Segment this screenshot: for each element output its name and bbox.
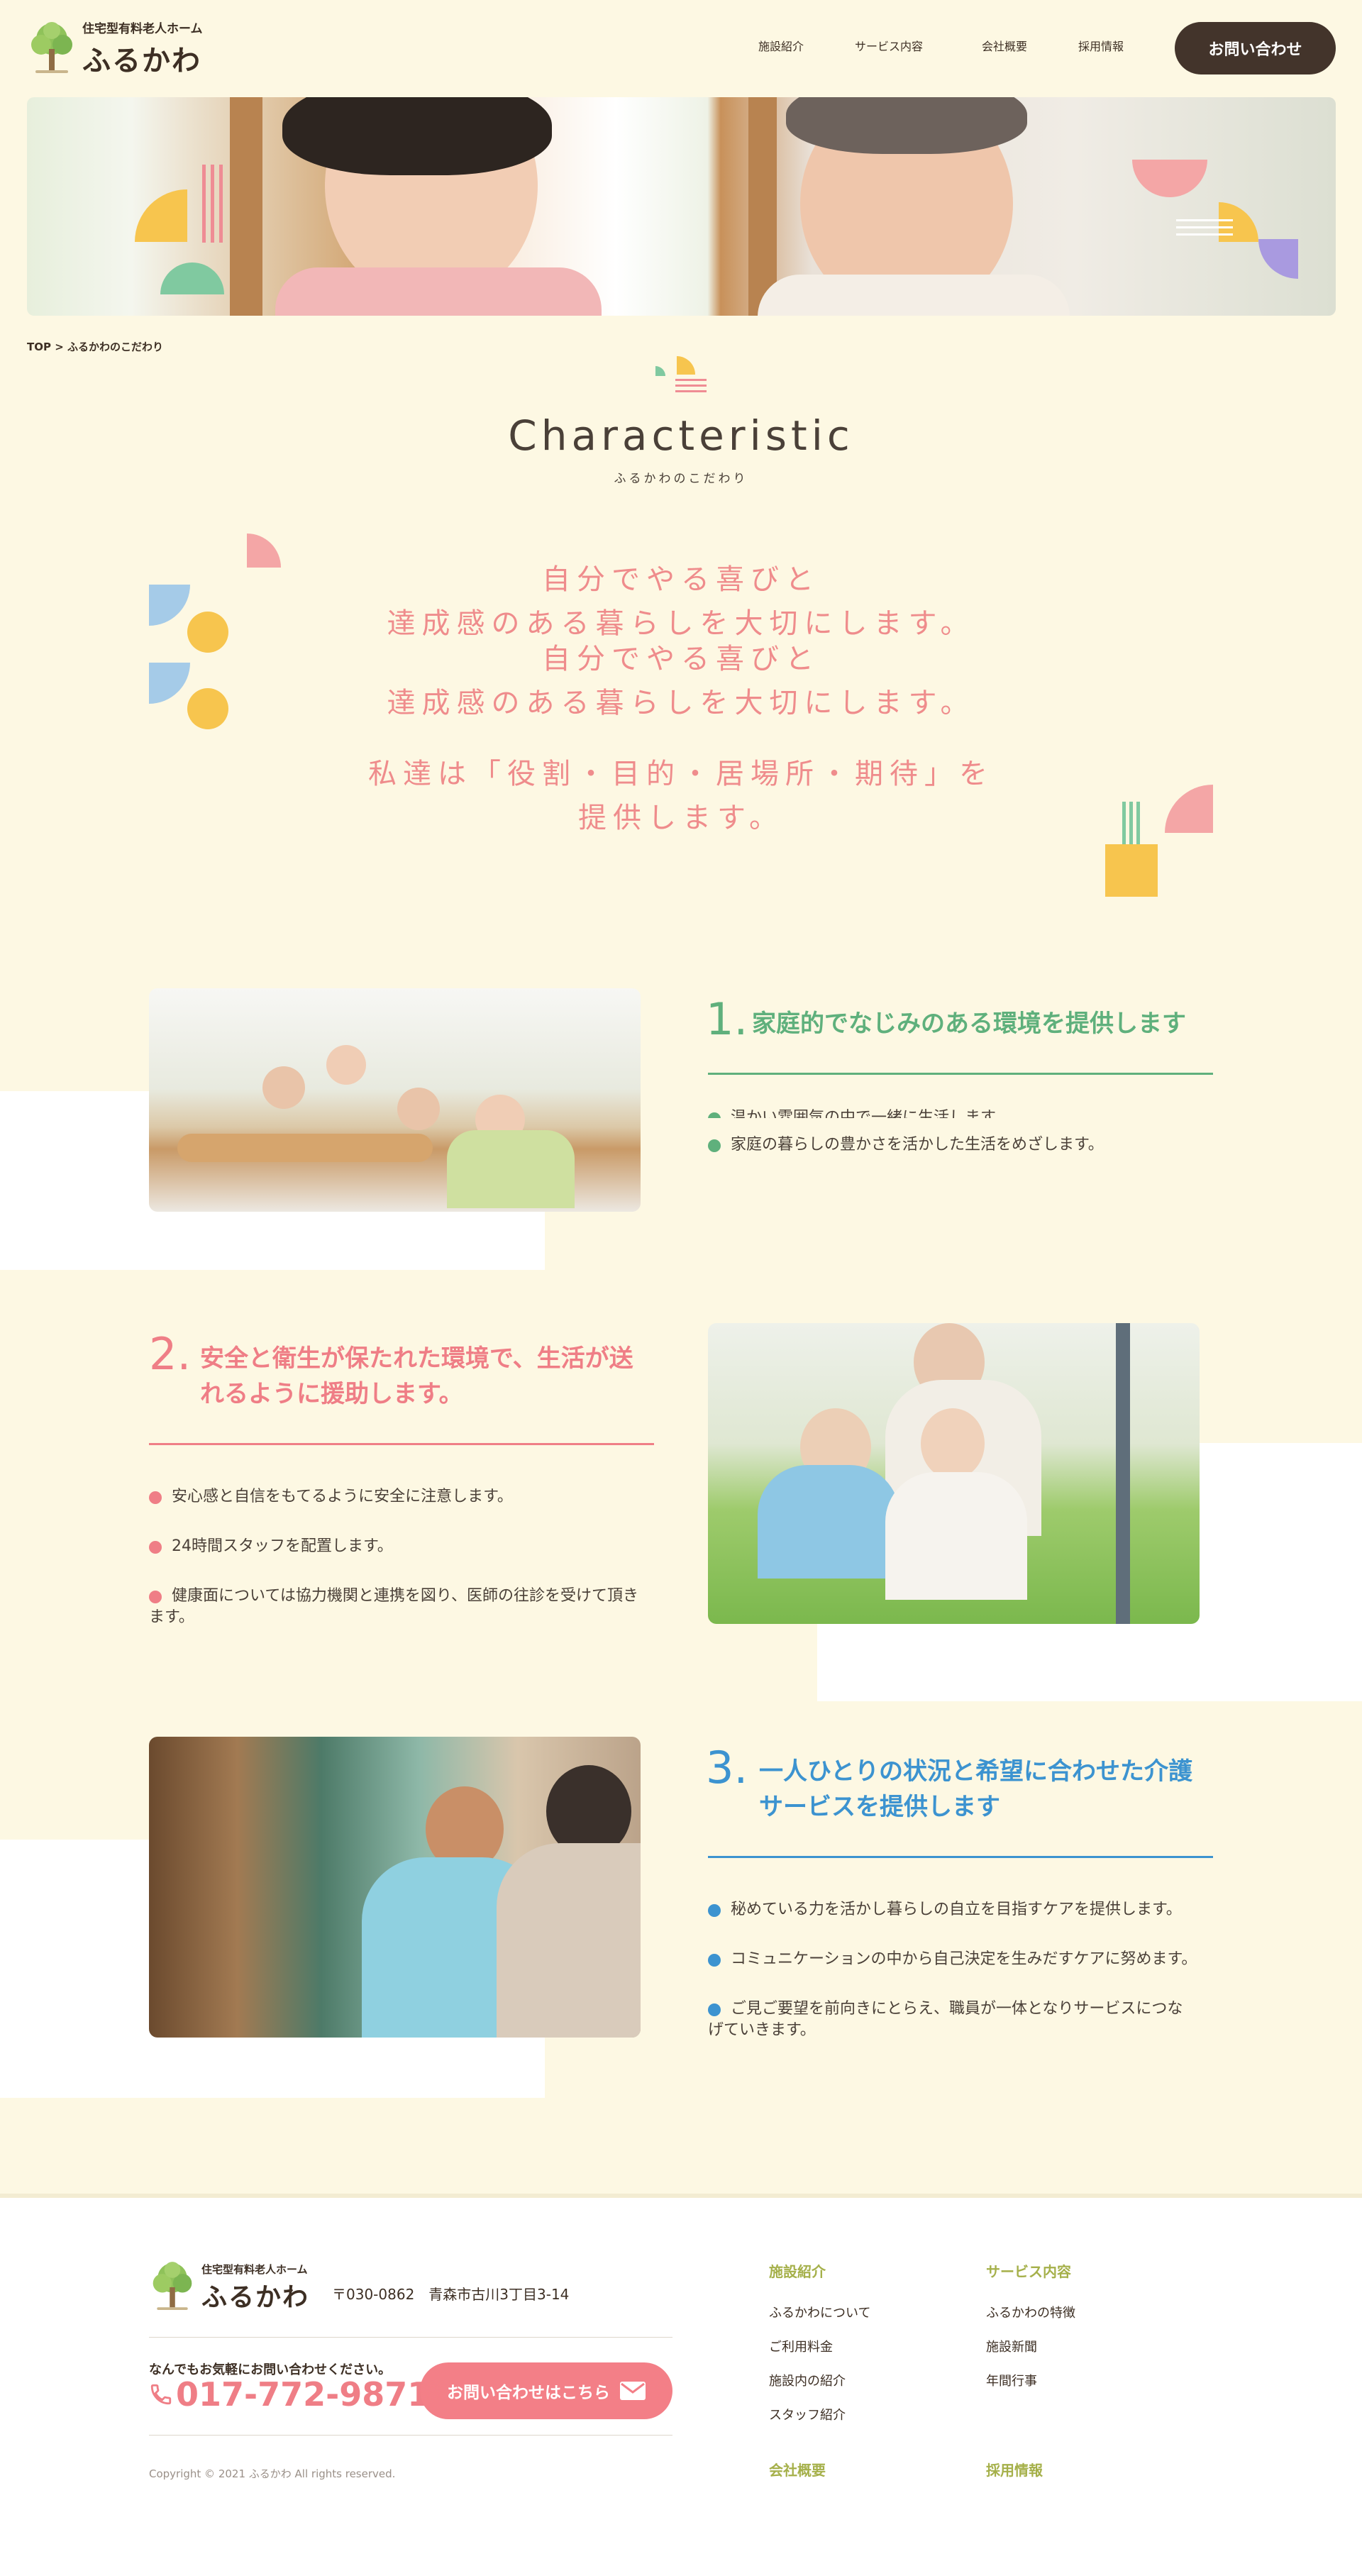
hero-image bbox=[27, 97, 1336, 316]
lead-line-3: 私達は「役割・目的・居場所・期待」を bbox=[368, 758, 994, 790]
footer-phone-number: 017-772-9871 bbox=[176, 2375, 431, 2414]
nurse-hair bbox=[282, 97, 552, 175]
table bbox=[177, 1134, 433, 1162]
nurse-uniform bbox=[275, 267, 602, 316]
feature-2-title-line-2: れるように援助します。 bbox=[200, 1380, 463, 1408]
window-frame bbox=[1116, 1323, 1130, 1624]
title-deco-icon bbox=[655, 356, 707, 392]
elder-clothes bbox=[758, 275, 1070, 316]
window-frame bbox=[230, 97, 262, 316]
footer-link[interactable]: 施設内の紹介 bbox=[769, 2371, 846, 2389]
feature-3-bullet: 秘めている力を活かし暮らしの自立を目指すケアを提供します。 bbox=[708, 1898, 1182, 1921]
footer-heading-facility[interactable]: 施設紹介 bbox=[769, 2260, 826, 2281]
deco-lines bbox=[1122, 802, 1126, 846]
logo-name: ふるかわ bbox=[82, 45, 201, 77]
feature-3-title-line-2: サービスを提供します bbox=[759, 1793, 1000, 1821]
site-logo[interactable]: 住宅型有料老人ホーム ふるかわ bbox=[27, 18, 203, 79]
lead-line-2-repeat: 達成感のある暮らしを大切にします。 bbox=[387, 687, 975, 719]
header-contact-button[interactable]: お問い合わせ bbox=[1175, 22, 1336, 74]
footer-divider bbox=[149, 2435, 672, 2436]
nav-company[interactable]: 会社概要 bbox=[982, 37, 1027, 54]
person-body bbox=[758, 1465, 899, 1579]
tree-logo-icon bbox=[153, 2262, 192, 2311]
feature-1-bullet: 温かい雰囲気の中で一緒に生活します。 bbox=[708, 1107, 1010, 1118]
feature-1-photo bbox=[149, 988, 641, 1212]
feature-3-bullet: ご見ご要望を前向きにとらえ、職員が一体となりサービスにつな bbox=[708, 1998, 1183, 2021]
feature-2-bullet: 24時間スタッフを配置します。 bbox=[149, 1535, 393, 1558]
person-body bbox=[885, 1472, 1027, 1600]
feature-1-number: 1. bbox=[706, 993, 748, 1045]
footer-phone[interactable]: 017-772-9871 bbox=[149, 2375, 430, 2414]
phone-icon bbox=[150, 2384, 172, 2405]
footer-link[interactable]: 施設新聞 bbox=[986, 2337, 1037, 2355]
feature-3-photo bbox=[149, 1737, 641, 2038]
person-body bbox=[447, 1130, 575, 1208]
footer-link[interactable]: 年間行事 bbox=[986, 2371, 1037, 2389]
feature-3-bullet-cont: げていきます。 bbox=[708, 2021, 816, 2039]
site-footer: 住宅型有料老人ホーム ふるかわ 〒030-0862 青森市古川3丁目3-14 な… bbox=[0, 2194, 1362, 2576]
page-title: Characteristic bbox=[508, 411, 854, 460]
deco-lines bbox=[1176, 219, 1233, 221]
footer-logo-subtitle: 住宅型有料老人ホーム bbox=[201, 2262, 308, 2276]
footer-contact-button[interactable]: お問い合わせはこちら bbox=[420, 2362, 672, 2419]
person-body bbox=[497, 1843, 641, 2038]
elder-hair bbox=[786, 97, 1027, 154]
nav-facility[interactable]: 施設紹介 bbox=[758, 37, 804, 54]
person-head bbox=[326, 1045, 366, 1085]
feature-1-title: 家庭的でなじみのある環境を提供します bbox=[752, 1010, 1186, 1038]
deco-half bbox=[1132, 160, 1207, 197]
footer-link[interactable]: ふるかわについて bbox=[769, 2303, 870, 2321]
deco-half bbox=[160, 262, 224, 294]
tree-logo-icon bbox=[31, 21, 72, 73]
deco-quarter bbox=[1258, 239, 1298, 279]
site-header: 住宅型有料老人ホーム ふるかわ 施設紹介 サービス内容 会社概要 採用情報 お問… bbox=[0, 0, 1362, 95]
feature-3-title-line-1: 一人ひとりの状況と希望に合わせた介護 bbox=[759, 1757, 1192, 1786]
feature-2-title-line-1: 安全と衛生が保たれた環境で、生活が送 bbox=[200, 1344, 633, 1373]
lead-line-1: 自分でやる喜びと bbox=[542, 563, 820, 596]
footer-logo[interactable]: 住宅型有料老人ホーム ふるかわ bbox=[149, 2260, 309, 2314]
feature-3-rule bbox=[708, 1856, 1213, 1858]
window-frame bbox=[748, 97, 777, 316]
page-subtitle: ふるかわのこだわり bbox=[614, 472, 748, 486]
feature-2-number: 2. bbox=[149, 1328, 192, 1380]
feature-2-rule bbox=[149, 1443, 654, 1445]
footer-heading-recruit[interactable]: 採用情報 bbox=[986, 2459, 1043, 2480]
logo-subtitle: 住宅型有料老人ホーム bbox=[82, 22, 203, 36]
feature-2-bullet: 健康面については協力機関と連携を図り、医師の往診を受けて頂き bbox=[149, 1585, 638, 1608]
feature-3-bullet: コミュニケーションの中から自己決定を生みだすケアに努めます。 bbox=[708, 1948, 1197, 1971]
feature-3-number: 3. bbox=[706, 1742, 748, 1793]
footer-logo-name: ふるかわ bbox=[201, 2282, 310, 2312]
feature-1-rule bbox=[708, 1073, 1213, 1075]
deco-quarter bbox=[1219, 202, 1258, 242]
footer-divider bbox=[149, 2337, 672, 2338]
nav-recruit[interactable]: 採用情報 bbox=[1078, 37, 1124, 54]
person-head bbox=[921, 1408, 985, 1479]
deco-lines bbox=[202, 165, 206, 243]
breadcrumb: TOP > ふるかわのこだわり bbox=[27, 341, 163, 353]
lead-line-1-repeat: 自分でやる喜びと bbox=[542, 643, 820, 675]
footer-address: 〒030-0862 青森市古川3丁目3-14 bbox=[332, 2286, 570, 2303]
nav-services[interactable]: サービス内容 bbox=[855, 37, 923, 54]
lead-line-4: 提供します。 bbox=[578, 802, 784, 834]
deco-quarter bbox=[135, 189, 187, 242]
footer-link[interactable]: スタッフ紹介 bbox=[769, 2405, 846, 2423]
footer-link[interactable]: ご利用料金 bbox=[769, 2337, 833, 2355]
copyright: Copyright © 2021 ふるかわ All rights reserve… bbox=[149, 2467, 396, 2480]
footer-heading-services[interactable]: サービス内容 bbox=[986, 2260, 1071, 2281]
person-head bbox=[262, 1066, 305, 1109]
footer-contact-button-label: お問い合わせはこちら bbox=[447, 2384, 610, 2402]
footer-link[interactable]: ふるかわの特徴 bbox=[986, 2303, 1075, 2321]
mail-icon bbox=[620, 2382, 646, 2400]
feature-2-bullet-cont: ます。 bbox=[149, 1608, 194, 1626]
deco-square bbox=[1105, 844, 1158, 897]
feature-1-bullet: 家庭の暮らしの豊かさを活かした生活をめざします。 bbox=[708, 1134, 1104, 1156]
feature-2-photo bbox=[708, 1323, 1200, 1624]
person-head bbox=[397, 1088, 440, 1130]
footer-heading-company[interactable]: 会社概要 bbox=[769, 2459, 826, 2480]
feature-2-bullet: 安心感と自信をもてるように安全に注意します。 bbox=[149, 1486, 513, 1508]
